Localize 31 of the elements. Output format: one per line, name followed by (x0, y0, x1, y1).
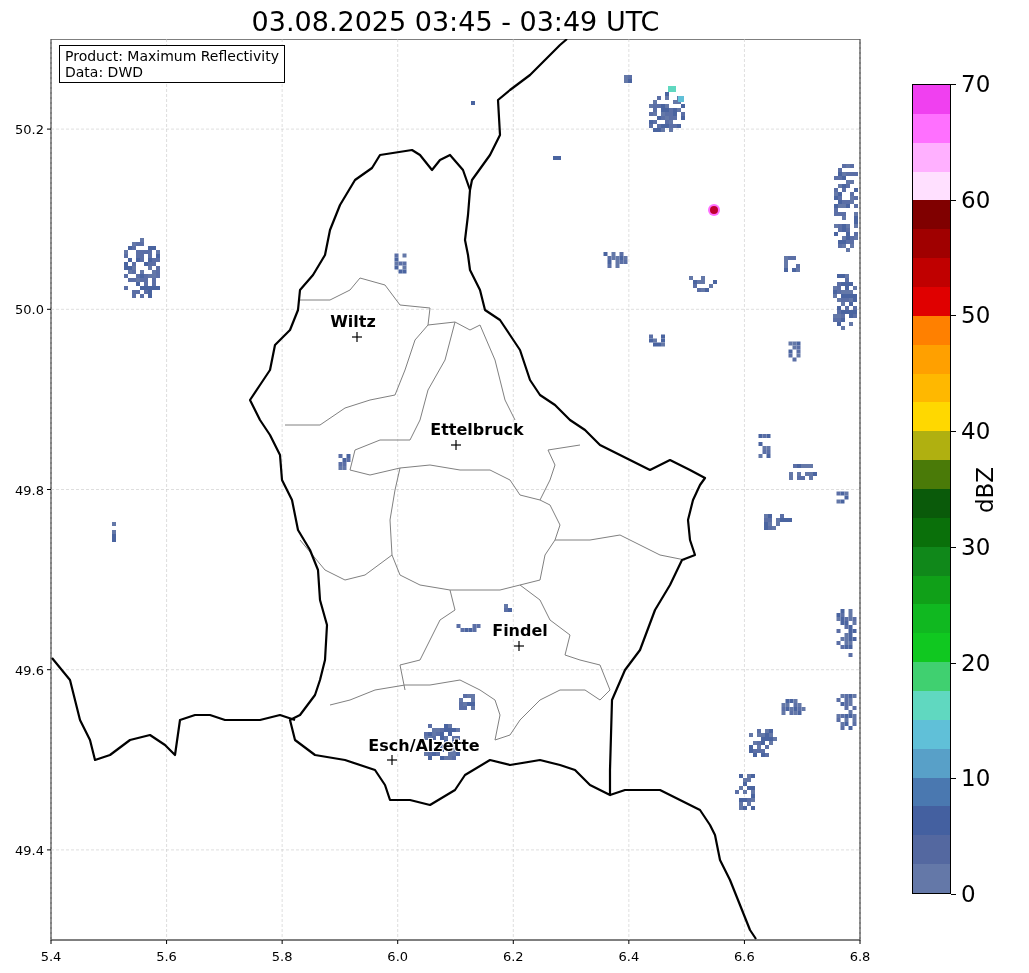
axis-tick-label: 6.0 (387, 949, 409, 964)
colorbar-tick-label: 70 (961, 71, 991, 97)
city-marker (351, 331, 363, 343)
axis-tick-label: 5.6 (156, 949, 177, 964)
city-marker (450, 439, 462, 451)
city-marker (513, 640, 525, 652)
city-marker (386, 754, 398, 766)
axis-tick-label: 5.8 (271, 949, 293, 964)
axis-tick-label: 50.0 (15, 302, 44, 318)
colorbar-tick-label: 30 (961, 533, 991, 560)
colorbar-tick-label: 60 (961, 186, 991, 213)
colorbar-tick-label: 40 (961, 418, 991, 445)
axis-tick-label: 5.4 (40, 949, 62, 964)
info-box: Product: Maximum Reflectivity Data: DWD (59, 45, 285, 83)
chart-title: 03.08.2025 03:45 - 03:49 UTC (251, 6, 660, 37)
city-label: Wiltz (330, 312, 376, 331)
colorbar-label: dBZ (972, 466, 998, 514)
city-label: Findel (492, 621, 548, 640)
colorbar-tick-label: 50 (961, 302, 991, 329)
colorbar-tick-label: 10 (961, 765, 991, 792)
axis-tick-label: 49.4 (15, 842, 44, 858)
axis-tick-label: 50.2 (15, 122, 44, 138)
axis-tick-label: 49.6 (15, 662, 44, 678)
colorbar-tick-label: 0 (961, 881, 976, 907)
axis-tick-label: 6.4 (618, 949, 640, 964)
axis-tick-label: 6.8 (849, 949, 871, 964)
colorbar-tick-label: 20 (961, 649, 991, 676)
axis-tick-label: 6.6 (734, 949, 755, 964)
axis-tick-label: 49.8 (15, 482, 44, 498)
city-label: Ettelbruck (430, 420, 524, 439)
axis-tick-label: 6.2 (502, 949, 524, 964)
